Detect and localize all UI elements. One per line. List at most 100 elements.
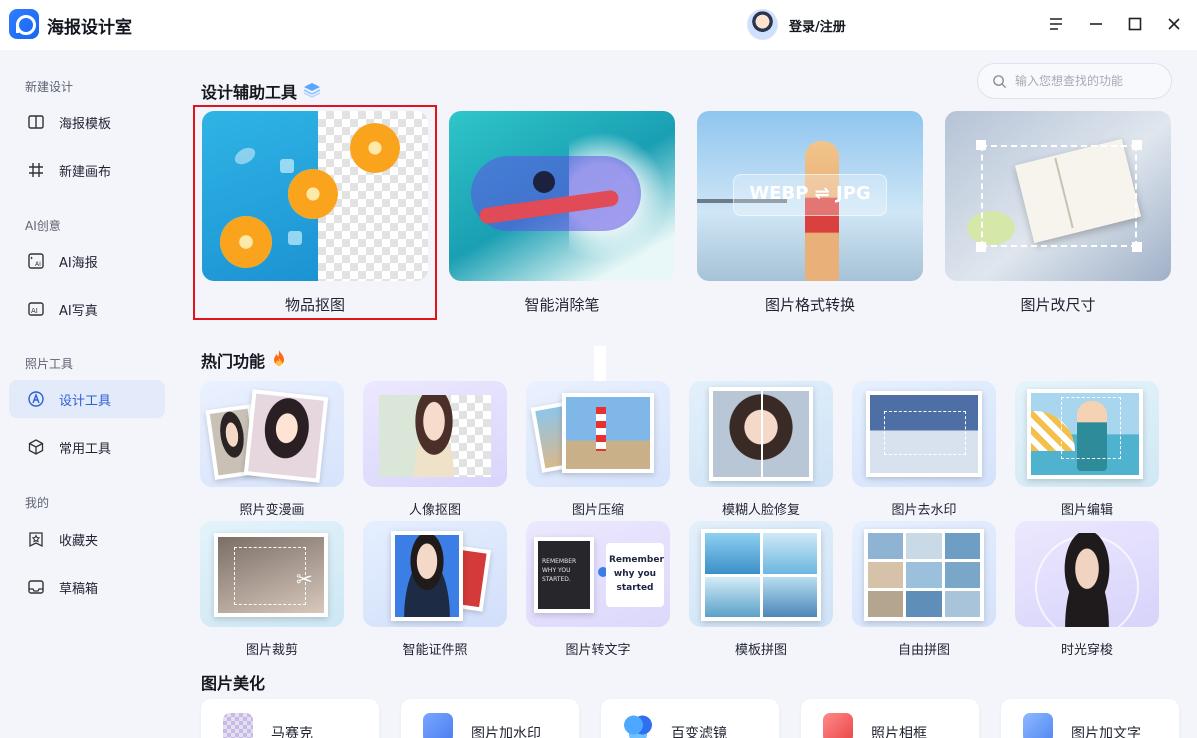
sidebar-item-label: 海报模板 bbox=[59, 116, 112, 132]
text-icon bbox=[1023, 713, 1053, 738]
frame-icon bbox=[823, 713, 853, 738]
hot-card-portrait-cutout[interactable]: 人像抠图 bbox=[363, 381, 507, 518]
hot-card-crop[interactable]: ✂ 图片裁剪 bbox=[200, 521, 344, 658]
card-thumbnail: WEBP ⇌ JPG bbox=[697, 111, 923, 281]
hot-card-free-collage[interactable]: 自由拼图 bbox=[852, 521, 996, 658]
hot-card-face-restore[interactable]: 模糊人脸修复 bbox=[689, 381, 833, 518]
sidebar-item-common-tools[interactable]: 常用工具 bbox=[9, 428, 165, 466]
login-register-link[interactable]: 登录/注册 bbox=[789, 16, 846, 35]
poster-template-icon bbox=[26, 112, 46, 132]
card-thumbnail bbox=[1015, 381, 1159, 487]
hot-card-time-travel[interactable]: 时光穿梭 bbox=[1015, 521, 1159, 658]
search-icon bbox=[993, 74, 1007, 88]
mosaic-icon bbox=[223, 713, 253, 738]
close-icon[interactable] bbox=[1163, 13, 1185, 35]
beautify-card-watermark[interactable]: 图片加水印 bbox=[401, 699, 579, 738]
hot-card-photo-to-comic[interactable]: 照片变漫画 bbox=[200, 381, 344, 518]
cube-icon bbox=[26, 437, 46, 457]
card-thumbnail bbox=[852, 381, 996, 487]
card-label: 智能证件照 bbox=[402, 643, 468, 658]
card-label: 人像抠图 bbox=[408, 503, 461, 518]
card-label: 图片加文字 bbox=[1071, 726, 1141, 738]
minimize-icon[interactable] bbox=[1085, 13, 1107, 35]
hot-card-image-to-text[interactable]: REMEMBER WHY YOU STARTED. Remember why y… bbox=[526, 521, 670, 658]
search-input[interactable] bbox=[1015, 74, 1165, 88]
design-tool-icon bbox=[26, 389, 46, 409]
card-label: 自由拼图 bbox=[897, 643, 950, 658]
card-thumbnail bbox=[689, 521, 833, 627]
hot-card-compress[interactable]: 图片压缩 bbox=[526, 381, 670, 518]
card-label: 图片加水印 bbox=[471, 726, 541, 738]
sidebar-section-title: 照片工具 bbox=[25, 357, 74, 371]
sidebar-item-label: 新建画布 bbox=[59, 164, 112, 180]
sidebar-item-poster-template[interactable]: 海报模板 bbox=[9, 103, 165, 141]
sidebar-item-label: 收藏夹 bbox=[59, 533, 99, 549]
maximize-icon[interactable] bbox=[1124, 13, 1146, 35]
tool-card-object-cutout[interactable]: 物品抠图 bbox=[202, 111, 428, 319]
card-thumbnail bbox=[945, 111, 1171, 281]
layers-icon bbox=[303, 82, 321, 102]
card-thumbnail bbox=[1015, 521, 1159, 627]
section-title-design-tools: 设计辅助工具 bbox=[201, 79, 321, 103]
user-avatar[interactable] bbox=[747, 9, 778, 40]
section-title-hot: 热门功能 bbox=[201, 348, 287, 372]
sidebar-item-ai-poster[interactable]: AI AI海报 bbox=[9, 242, 165, 280]
app-title: 海报设计室 bbox=[47, 18, 132, 38]
beautify-card-filter[interactable]: 百变滤镜 bbox=[601, 699, 779, 738]
ai-poster-icon: AI bbox=[26, 251, 46, 271]
card-thumbnail bbox=[363, 521, 507, 627]
card-thumbnail bbox=[852, 521, 996, 627]
sidebar-item-drafts[interactable]: 草稿箱 bbox=[9, 568, 165, 606]
format-badge: WEBP ⇌ JPG bbox=[749, 183, 871, 204]
beautify-card-mosaic[interactable]: 马赛克 bbox=[201, 699, 379, 738]
hot-card-id-photo[interactable]: 智能证件照 bbox=[363, 521, 507, 658]
tool-card-resize[interactable]: 图片改尺寸 bbox=[945, 111, 1171, 319]
beautify-card-frame[interactable]: 照片相框 bbox=[801, 699, 979, 738]
tool-card-format-convert[interactable]: WEBP ⇌ JPG 图片格式转换 bbox=[697, 111, 923, 319]
draft-box-icon bbox=[26, 577, 46, 597]
card-thumbnail bbox=[200, 381, 344, 487]
tool-card-smart-eraser[interactable]: 智能消除笔 bbox=[449, 111, 675, 319]
menu-icon[interactable] bbox=[1045, 13, 1067, 35]
card-thumbnail: REMEMBER WHY YOU STARTED. Remember why y… bbox=[526, 521, 670, 627]
fire-icon bbox=[271, 349, 287, 371]
sidebar-item-new-canvas[interactable]: 新建画布 bbox=[9, 151, 165, 189]
card-label: 图片格式转换 bbox=[764, 296, 855, 314]
filter-icon bbox=[623, 713, 653, 738]
hot-card-template-collage[interactable]: 模板拼图 bbox=[689, 521, 833, 658]
sample-output-text: Remember why you started bbox=[609, 555, 664, 593]
card-label: 图片去水印 bbox=[891, 503, 957, 518]
sidebar-item-label: 草稿箱 bbox=[59, 581, 99, 597]
hot-card-remove-watermark[interactable]: 图片去水印 bbox=[852, 381, 996, 518]
card-thumbnail bbox=[449, 111, 675, 281]
card-label: 时光穿梭 bbox=[1060, 643, 1113, 658]
ai-portrait-icon: AI bbox=[26, 299, 46, 319]
svg-text:AI: AI bbox=[35, 261, 41, 268]
card-label: 模板拼图 bbox=[734, 643, 787, 658]
title-bar: 海报设计室 登录/注册 bbox=[0, 0, 1197, 50]
svg-text:AI: AI bbox=[31, 307, 38, 315]
sidebar-item-label: 常用工具 bbox=[59, 441, 112, 457]
sidebar-item-ai-portrait[interactable]: AI AI写真 bbox=[9, 290, 165, 328]
card-label: 智能消除笔 bbox=[524, 296, 600, 314]
section-title-text: 热门功能 bbox=[201, 352, 266, 371]
sidebar-item-label: AI写真 bbox=[59, 303, 98, 319]
section-title-beautify: 图片美化 bbox=[201, 674, 266, 693]
card-label: 图片转文字 bbox=[565, 643, 631, 658]
beautify-card-add-text[interactable]: 图片加文字 bbox=[1001, 699, 1179, 738]
sample-image-text: REMEMBER WHY YOU STARTED. bbox=[542, 558, 577, 583]
sidebar-item-label: AI海报 bbox=[59, 255, 98, 271]
card-label: 百变滤镜 bbox=[671, 726, 727, 738]
sidebar-section-title: 我的 bbox=[25, 496, 50, 510]
sidebar-item-favorites[interactable]: 收藏夹 bbox=[9, 520, 165, 558]
card-label: 照片相框 bbox=[871, 726, 927, 738]
hot-card-image-edit[interactable]: 图片编辑 bbox=[1015, 381, 1159, 518]
card-label: 照片变漫画 bbox=[239, 503, 305, 518]
search-box[interactable] bbox=[977, 63, 1172, 99]
watermark-icon bbox=[423, 713, 453, 738]
sidebar-item-design-tools[interactable]: 设计工具 bbox=[9, 380, 165, 418]
card-label: 模糊人脸修复 bbox=[721, 503, 800, 518]
card-label: 图片压缩 bbox=[571, 503, 624, 518]
card-label: 图片编辑 bbox=[1060, 503, 1113, 518]
card-thumbnail: ✂ bbox=[200, 521, 344, 627]
